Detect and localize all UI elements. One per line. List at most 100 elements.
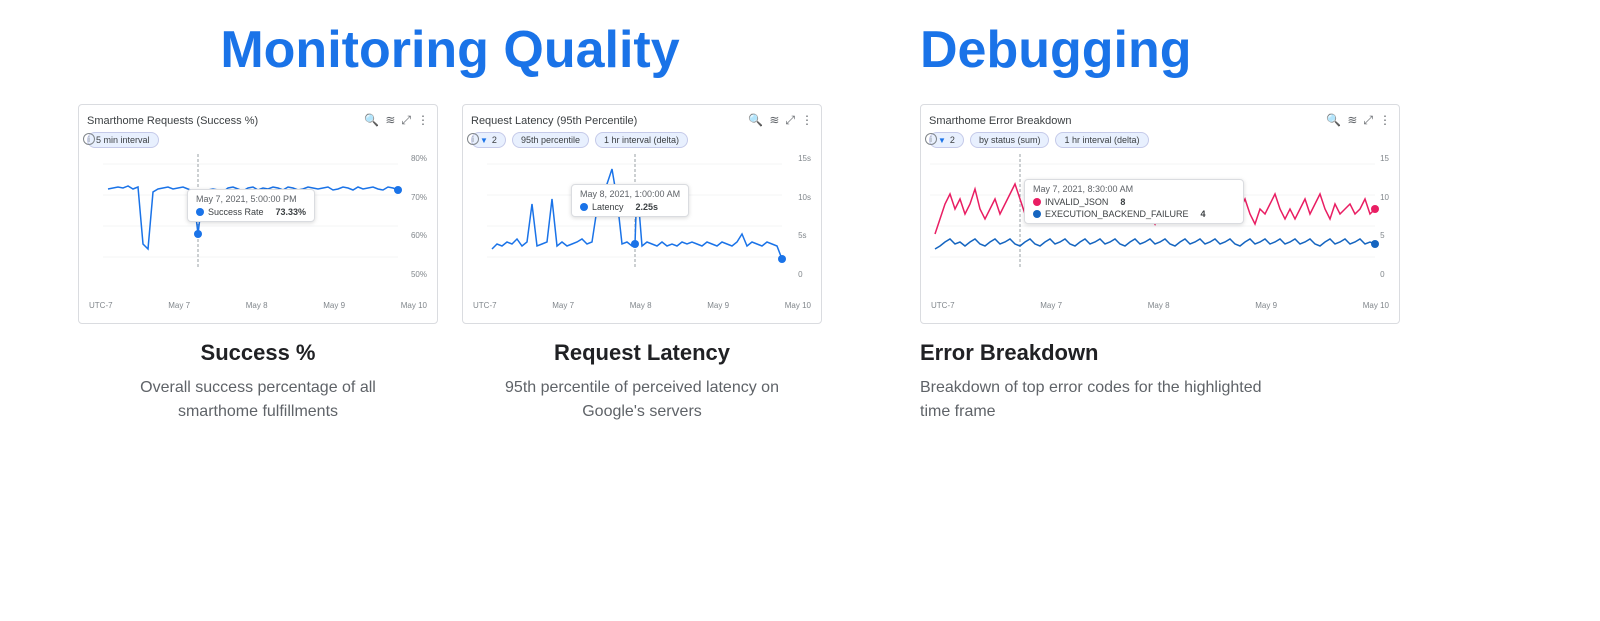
latency-info-icon: i — [467, 133, 479, 145]
success-x-1: May 7 — [168, 301, 190, 310]
success-tooltip-dot — [196, 208, 204, 216]
error-x-axis: UTC-7 May 7 May 8 May 9 May 10 — [929, 301, 1391, 310]
success-y-label-1: 70% — [411, 193, 427, 202]
success-tooltip-metric: Success Rate — [208, 207, 264, 217]
success-y-label-0: 80% — [411, 154, 427, 163]
latency-y-0: 15s — [798, 154, 811, 163]
error-x-3: May 9 — [1255, 301, 1277, 310]
error-chart-title: Smarthome Error Breakdown — [929, 115, 1071, 127]
filter-icon[interactable]: ≋ — [769, 113, 779, 128]
success-y-label-3: 50% — [411, 270, 427, 279]
success-tooltip: May 7, 2021, 5:00:00 PM Success Rate 73.… — [187, 189, 315, 222]
error-filter-interval[interactable]: 1 hr interval (delta) — [1055, 132, 1148, 148]
error-info-icon: i — [925, 133, 937, 145]
latency-y-2: 5s — [798, 231, 811, 240]
latency-chart-container: Request Latency (95th Percentile) 🔍 ≋ ⤢ … — [462, 104, 822, 324]
error-card: Smarthome Error Breakdown 🔍 ≋ ⤢ ⋮ ▼ 2 by… — [920, 104, 1560, 424]
latency-y-axis: 15s 10s 5s 0 — [798, 154, 811, 279]
error-filter-num-label: 2 — [950, 135, 955, 145]
latency-y-1: 10s — [798, 193, 811, 202]
filter-icon[interactable]: ≋ — [1347, 113, 1357, 128]
latency-chart-filters: ▼ 2 95th percentile 1 hr interval (delta… — [471, 132, 813, 148]
error-y-axis: 15 10 5 0 — [1380, 154, 1389, 279]
monitoring-cards-row: Smarthome Requests (Success %) 🔍 ≋ ⤢ ⋮ 5… — [60, 104, 840, 424]
latency-filter-percentile-label: 95th percentile — [521, 135, 580, 145]
error-tooltip-label-0: INVALID_JSON — [1045, 197, 1108, 207]
error-y-1: 10 — [1380, 193, 1389, 202]
success-card: Smarthome Requests (Success %) 🔍 ≋ ⤢ ⋮ 5… — [78, 104, 438, 424]
error-y-0: 15 — [1380, 154, 1389, 163]
more-icon[interactable]: ⋮ — [801, 113, 813, 128]
success-chart-area: 80% 70% 60% 50% — [87, 154, 429, 299]
latency-x-1: May 7 — [552, 301, 574, 310]
expand-icon[interactable]: ⤢ — [401, 113, 411, 128]
monitoring-title: Monitoring Quality — [220, 20, 679, 80]
error-x-0: UTC-7 — [931, 301, 955, 310]
error-x-4: May 10 — [1363, 301, 1389, 310]
latency-tooltip-dot — [580, 203, 588, 211]
error-chart-filters: ▼ 2 by status (sum) 1 hr interval (delta… — [929, 132, 1391, 148]
error-label: Error Breakdown — [920, 340, 1560, 366]
search-icon[interactable]: 🔍 — [364, 113, 379, 128]
latency-funnel-icon: ▼ — [480, 136, 488, 145]
latency-x-0: UTC-7 — [473, 301, 497, 310]
success-desc: Overall success percentage of all smarth… — [108, 376, 408, 424]
error-funnel-icon: ▼ — [938, 136, 946, 145]
latency-tooltip-metric: Latency — [592, 202, 624, 212]
latency-tooltip-date: May 8, 2021, 1:00:00 AM — [580, 189, 680, 199]
latency-tooltip: May 8, 2021, 1:00:00 AM Latency 2.25s — [571, 184, 689, 217]
latency-y-3: 0 — [798, 270, 811, 279]
success-filter-interval-label: 5 min interval — [96, 135, 150, 145]
error-tooltip-value-1: 4 — [1201, 209, 1206, 219]
success-y-axis: 80% 70% 60% 50% — [411, 154, 427, 279]
error-y-3: 0 — [1380, 270, 1389, 279]
error-tooltip-dot-1 — [1033, 210, 1041, 218]
search-icon[interactable]: 🔍 — [1326, 113, 1341, 128]
success-filter-interval[interactable]: 5 min interval — [87, 132, 159, 148]
search-icon[interactable]: 🔍 — [748, 113, 763, 128]
latency-chart-icons: 🔍 ≋ ⤢ ⋮ — [748, 113, 813, 128]
success-x-3: May 9 — [323, 301, 345, 310]
latency-tooltip-value: 2.25s — [636, 202, 659, 212]
success-chart-icons: 🔍 ≋ ⤢ ⋮ — [364, 113, 429, 128]
latency-filter-interval-label: 1 hr interval (delta) — [604, 135, 679, 145]
error-desc: Breakdown of top error codes for the hig… — [920, 376, 1280, 424]
latency-x-3: May 9 — [707, 301, 729, 310]
error-filter-status[interactable]: by status (sum) — [970, 132, 1050, 148]
error-filter-status-label: by status (sum) — [979, 135, 1041, 145]
error-filter-interval-label: 1 hr interval (delta) — [1064, 135, 1139, 145]
latency-desc: 95th percentile of perceived latency on … — [492, 376, 792, 424]
success-x-axis: UTC-7 May 7 May 8 May 9 May 10 — [87, 301, 429, 310]
latency-x-axis: UTC-7 May 7 May 8 May 9 May 10 — [471, 301, 813, 310]
error-tooltip: May 7, 2021, 8:30:00 AM INVALID_JSON 8 E… — [1024, 179, 1244, 224]
debugging-title: Debugging — [920, 20, 1192, 80]
more-icon[interactable]: ⋮ — [1379, 113, 1391, 128]
success-tooltip-row: Success Rate 73.33% — [196, 207, 306, 217]
error-tooltip-dot-0 — [1033, 198, 1041, 206]
latency-x-2: May 8 — [630, 301, 652, 310]
latency-card: Request Latency (95th Percentile) 🔍 ≋ ⤢ … — [462, 104, 822, 424]
success-x-2: May 8 — [246, 301, 268, 310]
error-tooltip-row-0: INVALID_JSON 8 — [1033, 197, 1235, 207]
error-y-2: 5 — [1380, 231, 1389, 240]
error-chart-icons: 🔍 ≋ ⤢ ⋮ — [1326, 113, 1391, 128]
success-chart-filters: 5 min interval — [87, 132, 429, 148]
monitoring-section: Monitoring Quality Smarthome Requests (S… — [40, 20, 860, 444]
error-tooltip-value-0: 8 — [1120, 197, 1125, 207]
latency-filter-interval[interactable]: 1 hr interval (delta) — [595, 132, 688, 148]
debugging-section: Debugging Smarthome Error Breakdown 🔍 ≋ … — [860, 20, 1560, 444]
success-chart-header: Smarthome Requests (Success %) 🔍 ≋ ⤢ ⋮ — [87, 113, 429, 128]
latency-chart-header: Request Latency (95th Percentile) 🔍 ≋ ⤢ … — [471, 113, 813, 128]
success-chart-title: Smarthome Requests (Success %) — [87, 115, 258, 127]
error-tooltip-date: May 7, 2021, 8:30:00 AM — [1033, 184, 1235, 194]
latency-filter-percentile[interactable]: 95th percentile — [512, 132, 589, 148]
expand-icon[interactable]: ⤢ — [1363, 113, 1373, 128]
latency-chart-area: 15s 10s 5s 0 — [471, 154, 813, 299]
success-label: Success % — [201, 340, 316, 366]
expand-icon[interactable]: ⤢ — [785, 113, 795, 128]
error-tooltip-label-1: EXECUTION_BACKEND_FAILURE — [1045, 209, 1189, 219]
more-icon[interactable]: ⋮ — [417, 113, 429, 128]
error-chart-container: Smarthome Error Breakdown 🔍 ≋ ⤢ ⋮ ▼ 2 by… — [920, 104, 1400, 324]
success-tooltip-value: 73.33% — [276, 207, 307, 217]
filter-icon[interactable]: ≋ — [385, 113, 395, 128]
